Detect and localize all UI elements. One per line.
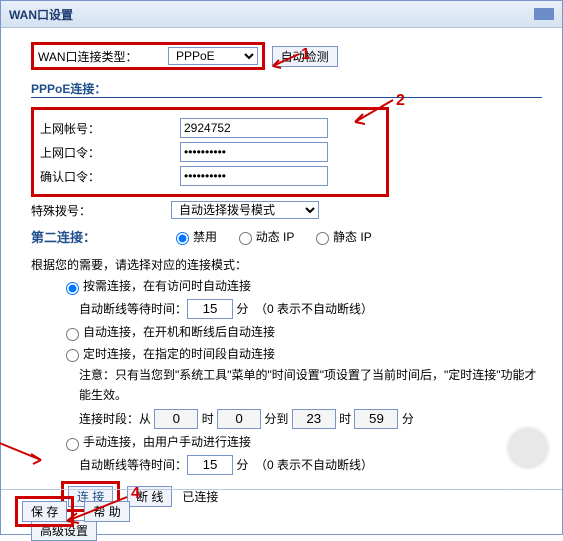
to-min[interactable] <box>354 409 398 429</box>
account-label: 上网帐号： <box>40 120 180 137</box>
confirm-input[interactable] <box>180 166 328 186</box>
to-hour[interactable] <box>292 409 336 429</box>
wan-type-label: WAN口连接类型： <box>38 48 168 65</box>
idle-time-input[interactable] <box>187 299 233 319</box>
window-title: WAN口设置 <box>9 6 73 23</box>
confirm-label: 确认口令： <box>40 168 180 185</box>
from-hour[interactable] <box>154 409 198 429</box>
special-dial-select[interactable]: 自动选择拨号模式 <box>171 201 319 219</box>
second-conn-dynamic[interactable]: 动态 IP <box>234 228 295 246</box>
second-conn-disable[interactable]: 禁用 <box>171 228 217 246</box>
wan-type-select[interactable]: PPPoE <box>168 47 258 65</box>
help-button[interactable]: 帮 助 <box>84 501 129 522</box>
titlebar: WAN口设置 <box>1 1 562 28</box>
idle-time-input-2[interactable] <box>187 455 233 475</box>
mode-auto[interactable]: 自动连接，在开机和断线后自动连接 <box>61 323 275 341</box>
idle-label: 自动断线等待时间： <box>79 300 187 317</box>
special-dial-label: 特殊拨号： <box>31 202 171 219</box>
idle-note: （0 表示不自动断线） <box>255 300 373 317</box>
second-conn-label: 第二连接： <box>31 227 171 246</box>
password-input[interactable] <box>180 142 328 162</box>
mode-timed[interactable]: 定时连接，在指定的时间段自动连接 <box>61 345 275 363</box>
auto-detect-button[interactable]: 自动检测 <box>272 46 338 67</box>
mode-prompt: 根据您的需要，请选择对应的连接模式： <box>31 256 542 273</box>
timed-note: 注意：只有当您到"系统工具"菜单的"时间设置"项设置了当前时间后，"定时连接"功… <box>79 366 542 404</box>
mode-manual[interactable]: 手动连接，由用户手动进行连接 <box>61 433 251 451</box>
save-button[interactable]: 保 存 <box>22 501 67 522</box>
mode-on-demand[interactable]: 按需连接，在有访问时自动连接 <box>61 277 251 295</box>
from-min[interactable] <box>217 409 261 429</box>
password-label: 上网口令： <box>40 144 180 161</box>
second-conn-static[interactable]: 静态 IP <box>311 228 372 246</box>
pppoe-section-title: PPPoE连接： <box>31 80 542 98</box>
account-input[interactable] <box>180 118 328 138</box>
minimize-icon[interactable] <box>534 8 554 20</box>
